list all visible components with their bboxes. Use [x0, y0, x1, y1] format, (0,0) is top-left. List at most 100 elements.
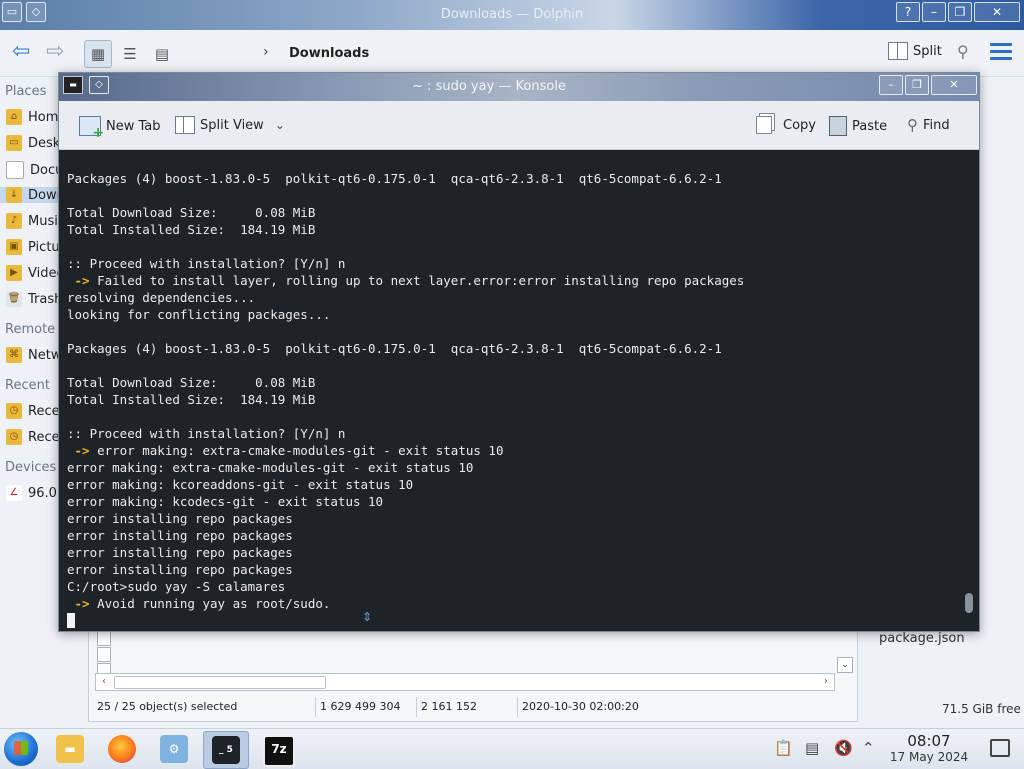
- place-home[interactable]: ⌂Home: [6, 109, 62, 125]
- scrollbar-thumb[interactable]: [114, 676, 326, 689]
- resize-handle-icon[interactable]: ⇕: [362, 610, 372, 624]
- dolphin-file-view: ⌄ ‹ › 25 / 25 object(s) selected 1 629 4…: [88, 628, 858, 722]
- place-downloads[interactable]: ↓Downloads: [0, 187, 62, 203]
- new-tab-button[interactable]: New Tab: [79, 116, 161, 141]
- remote-header: Remote: [5, 322, 56, 337]
- taskbar-konsole[interactable]: _ 5: [203, 731, 249, 769]
- forward-icon[interactable]: ⇨: [46, 41, 64, 63]
- scroll-left-icon[interactable]: ‹: [96, 674, 112, 690]
- search-icon[interactable]: ⚲: [957, 42, 969, 61]
- devices-header: Devices: [5, 460, 57, 475]
- status-selection: 25 / 25 object(s) selected: [93, 697, 316, 717]
- clock-date: 17 May 2024: [889, 750, 969, 764]
- file-item-package-json[interactable]: package.json: [879, 631, 965, 646]
- terminal-text: Packages (4) boost-1.83.0-5 polkit-qt6-0…: [59, 150, 964, 629]
- start-menu-button[interactable]: [4, 732, 38, 766]
- split-icon: [888, 42, 908, 60]
- place-videos[interactable]: ▶Videos: [6, 265, 62, 281]
- paste-button[interactable]: Paste: [829, 116, 887, 136]
- split-view-button[interactable]: Split View ⌄: [175, 116, 285, 134]
- taskbar-settings[interactable]: ⚙: [152, 731, 196, 767]
- search-icon: ⚲: [907, 116, 918, 134]
- minimize-button[interactable]: –: [879, 75, 903, 95]
- find-button[interactable]: ⚲ Find: [907, 116, 950, 134]
- trash-icon: 🗑: [6, 291, 22, 307]
- dolphin-titlebar[interactable]: ▭ ◇ Downloads — Dolphin ? – ❐ ✕: [0, 0, 1024, 30]
- konsole-icon: _ 5: [212, 736, 240, 764]
- chevron-down-icon: ⌄: [274, 118, 285, 132]
- terminal-scrollbar[interactable]: [965, 593, 973, 613]
- taskbar-7zip[interactable]: 7z: [255, 731, 299, 767]
- split-label: Split: [913, 43, 942, 59]
- place-pictures[interactable]: ▣Pictures: [6, 239, 62, 255]
- dolphin-title: Downloads — Dolphin: [440, 7, 584, 22]
- help-button[interactable]: ?: [896, 2, 920, 22]
- taskbar-firefox[interactable]: [100, 731, 144, 767]
- free-space-label: 71.5 GiB free: [942, 702, 1021, 716]
- documents-icon: [6, 161, 24, 179]
- file-icon[interactable]: [97, 647, 111, 662]
- taskbar: ▬ ⚙ _ 5 7z 📋 ▤ 🔇 ⌃ 08:07 17 May 2024: [0, 728, 1024, 769]
- scroll-right-icon[interactable]: ›: [818, 674, 834, 690]
- recent-locations-icon: ◷: [6, 429, 22, 445]
- scroll-down-icon[interactable]: ⌄: [837, 657, 853, 673]
- show-desktop-icon[interactable]: [990, 739, 1010, 757]
- place-documents[interactable]: Documents: [6, 161, 62, 179]
- chevron-up-icon[interactable]: ⌃: [862, 739, 875, 757]
- breadcrumb[interactable]: Downloads: [289, 46, 369, 61]
- clipboard-icon[interactable]: 📋: [774, 739, 793, 757]
- place-recent-locations[interactable]: ◷Recent Locations: [6, 429, 62, 445]
- split-view-icon: [175, 116, 195, 134]
- downloads-icon: ↓: [6, 187, 22, 203]
- maximize-button[interactable]: ❐: [905, 75, 929, 95]
- place-trash[interactable]: 🗑 Trash: [6, 291, 62, 307]
- hamburger-menu-icon[interactable]: [990, 43, 1012, 64]
- copy-icon: [756, 116, 772, 134]
- drive-icon: ∠: [6, 485, 22, 501]
- compact-view-icon[interactable]: ☰: [116, 40, 144, 68]
- file-manager-icon: ▬: [56, 735, 84, 763]
- terminal-output[interactable]: Packages (4) boost-1.83.0-5 polkit-qt6-0…: [59, 150, 964, 630]
- videos-icon: ▶: [6, 265, 22, 281]
- status-size-total: 1 629 499 304: [316, 697, 417, 717]
- clock-time: 08:07: [907, 732, 951, 750]
- system-settings-icon: ⚙: [160, 735, 188, 763]
- place-music[interactable]: ♪ Music: [6, 213, 62, 229]
- maximize-button[interactable]: ❐: [948, 2, 972, 22]
- places-header: Places: [5, 84, 47, 99]
- horizontal-scrollbar[interactable]: ‹ ›: [95, 673, 835, 691]
- firefox-icon: [108, 735, 136, 763]
- taskbar-dolphin[interactable]: ▬: [48, 731, 92, 767]
- terminal-cursor: [67, 613, 75, 628]
- icons-view-icon[interactable]: ▦: [84, 40, 112, 68]
- network-icon: ⌘: [6, 347, 22, 363]
- place-network[interactable]: ⌘Network: [6, 347, 62, 363]
- device-drive[interactable]: ∠ 96.0: [6, 485, 62, 501]
- close-button[interactable]: ✕: [974, 2, 1020, 22]
- dolphin-toolbar: ⇦ ⇨ ▦ ☰ ▤ › Downloads Split ⚲: [0, 30, 1024, 77]
- paste-icon: [829, 116, 847, 136]
- details-view-icon[interactable]: ▤: [148, 40, 176, 68]
- pictures-icon: ▣: [6, 239, 22, 255]
- konsole-titlebar[interactable]: ▬ ◇ ~ : sudo yay — Konsole – ❐ ✕: [59, 73, 979, 101]
- file-icons-column: [97, 631, 111, 679]
- split-button[interactable]: Split: [888, 42, 942, 60]
- notes-icon[interactable]: ▤: [805, 739, 819, 757]
- place-desktop[interactable]: ▭Desktop: [6, 135, 62, 151]
- volume-muted-icon[interactable]: 🔇: [834, 739, 853, 757]
- close-button[interactable]: ✕: [931, 75, 977, 95]
- recent-header: Recent: [5, 378, 50, 393]
- 7zip-icon: 7z: [263, 735, 295, 767]
- place-recent-files[interactable]: ◷Recent Files: [6, 403, 62, 419]
- music-icon: ♪: [6, 213, 22, 229]
- minimize-button[interactable]: –: [922, 2, 946, 22]
- status-date: 2020-10-30 02:00:20: [522, 700, 639, 713]
- clock[interactable]: 08:07 17 May 2024: [886, 732, 972, 764]
- konsole-title: ~ : sudo yay — Konsole: [412, 79, 566, 94]
- breadcrumb-chevron-icon[interactable]: ›: [263, 44, 269, 60]
- copy-button[interactable]: Copy: [756, 116, 816, 134]
- places-panel: Places ⌂Home ▭Desktop Documents ↓Downloa…: [0, 76, 62, 728]
- new-tab-icon: [79, 116, 104, 141]
- file-icon[interactable]: [97, 631, 111, 646]
- back-icon[interactable]: ⇦: [12, 41, 30, 63]
